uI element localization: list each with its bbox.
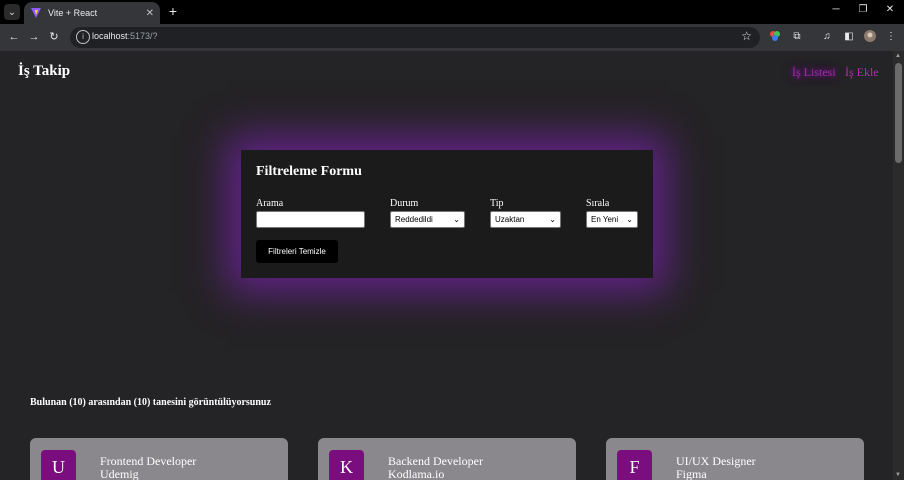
chevron-down-icon: ⌄ xyxy=(549,215,556,224)
company-avatar: U xyxy=(41,450,76,480)
page-scrollbar[interactable]: ▲ ▼ xyxy=(893,51,904,480)
url-path: :5173/? xyxy=(127,31,158,41)
job-company: Udemig xyxy=(100,467,139,480)
back-icon[interactable]: ← xyxy=(6,29,22,45)
job-card[interactable]: U Frontend Developer Udemig xyxy=(30,438,288,480)
restore-icon[interactable]: ❐ xyxy=(855,4,871,15)
sort-select-value: En Yeni xyxy=(591,215,619,224)
nav-add-job[interactable]: İş Ekle xyxy=(845,65,879,80)
status-select[interactable]: Reddedildi ⌄ xyxy=(390,211,465,228)
status-select-value: Reddedildi xyxy=(395,215,433,224)
tab-title: Vite + React xyxy=(48,8,98,18)
reload-icon[interactable]: ↻ xyxy=(46,29,62,45)
job-card[interactable]: K Backend Developer Kodlama.io xyxy=(318,438,576,480)
company-avatar: K xyxy=(329,450,364,480)
sort-label: Sırala xyxy=(586,198,610,209)
browser-menu-icon[interactable]: ⋮ xyxy=(884,30,898,44)
url-host: localhost xyxy=(92,31,128,41)
browser-toolbar: ← → ↻ i localhost:5173/? ☆ ⧉ ♫ ◧ ⋮ xyxy=(0,24,904,51)
new-tab-button[interactable]: + xyxy=(166,4,180,18)
minimize-icon[interactable]: ─ xyxy=(828,4,844,15)
type-label: Tip xyxy=(490,198,504,209)
scroll-down-icon[interactable]: ▼ xyxy=(895,472,901,478)
filter-form: Filtreleme Formu Arama Durum Reddedildi … xyxy=(241,150,653,278)
tab-search-icon[interactable]: ⌄ xyxy=(4,4,20,20)
search-input[interactable] xyxy=(256,211,365,228)
address-url[interactable]: localhost:5173/? xyxy=(92,31,158,41)
chevron-down-icon: ⌄ xyxy=(453,215,460,224)
clear-filters-button[interactable]: Filtreleri Temizle xyxy=(256,240,338,263)
status-label: Durum xyxy=(390,198,419,209)
scrollbar-thumb[interactable] xyxy=(895,63,902,163)
forward-icon[interactable]: → xyxy=(26,29,42,45)
company-avatar: F xyxy=(617,450,652,480)
browser-tabstrip: ⌄ Vite + React ✕ + ─ ❐ ✕ xyxy=(0,0,904,24)
tab-close-icon[interactable]: ✕ xyxy=(146,8,154,19)
side-panel-icon[interactable]: ◧ xyxy=(842,30,856,44)
search-label: Arama xyxy=(256,198,284,209)
site-info-icon[interactable]: i xyxy=(76,30,90,44)
vite-favicon-icon xyxy=(31,8,41,18)
address-bar[interactable]: i localhost:5173/? ☆ xyxy=(70,27,760,48)
window-close-icon[interactable]: ✕ xyxy=(882,4,898,15)
job-company: Figma xyxy=(676,467,707,480)
job-card[interactable]: F UI/UX Designer Figma xyxy=(606,438,864,480)
media-control-icon[interactable]: ♫ xyxy=(820,30,834,44)
results-summary: Bulunan (10) arasından (10) tanesini gör… xyxy=(30,397,271,408)
type-select-value: Uzaktan xyxy=(495,215,525,224)
type-select[interactable]: Uzaktan ⌄ xyxy=(490,211,561,228)
browser-tab[interactable]: Vite + React ✕ xyxy=(24,2,160,24)
nav-job-list[interactable]: İş Listesi xyxy=(792,65,836,80)
bookmark-star-icon[interactable]: ☆ xyxy=(741,29,752,43)
sort-select[interactable]: En Yeni ⌄ xyxy=(586,211,638,228)
scroll-up-icon[interactable]: ▲ xyxy=(895,53,901,59)
profile-avatar-icon[interactable] xyxy=(863,30,877,44)
job-company: Kodlama.io xyxy=(388,467,445,480)
color-extension-icon[interactable] xyxy=(768,30,782,44)
page-content: İş Takip İş Listesi İş Ekle Filtreleme F… xyxy=(0,51,893,480)
brand-title[interactable]: İş Takip xyxy=(18,63,70,80)
filter-form-title: Filtreleme Formu xyxy=(256,164,362,179)
chevron-down-icon: ⌄ xyxy=(626,215,633,224)
extensions-puzzle-icon[interactable]: ⧉ xyxy=(790,30,804,44)
